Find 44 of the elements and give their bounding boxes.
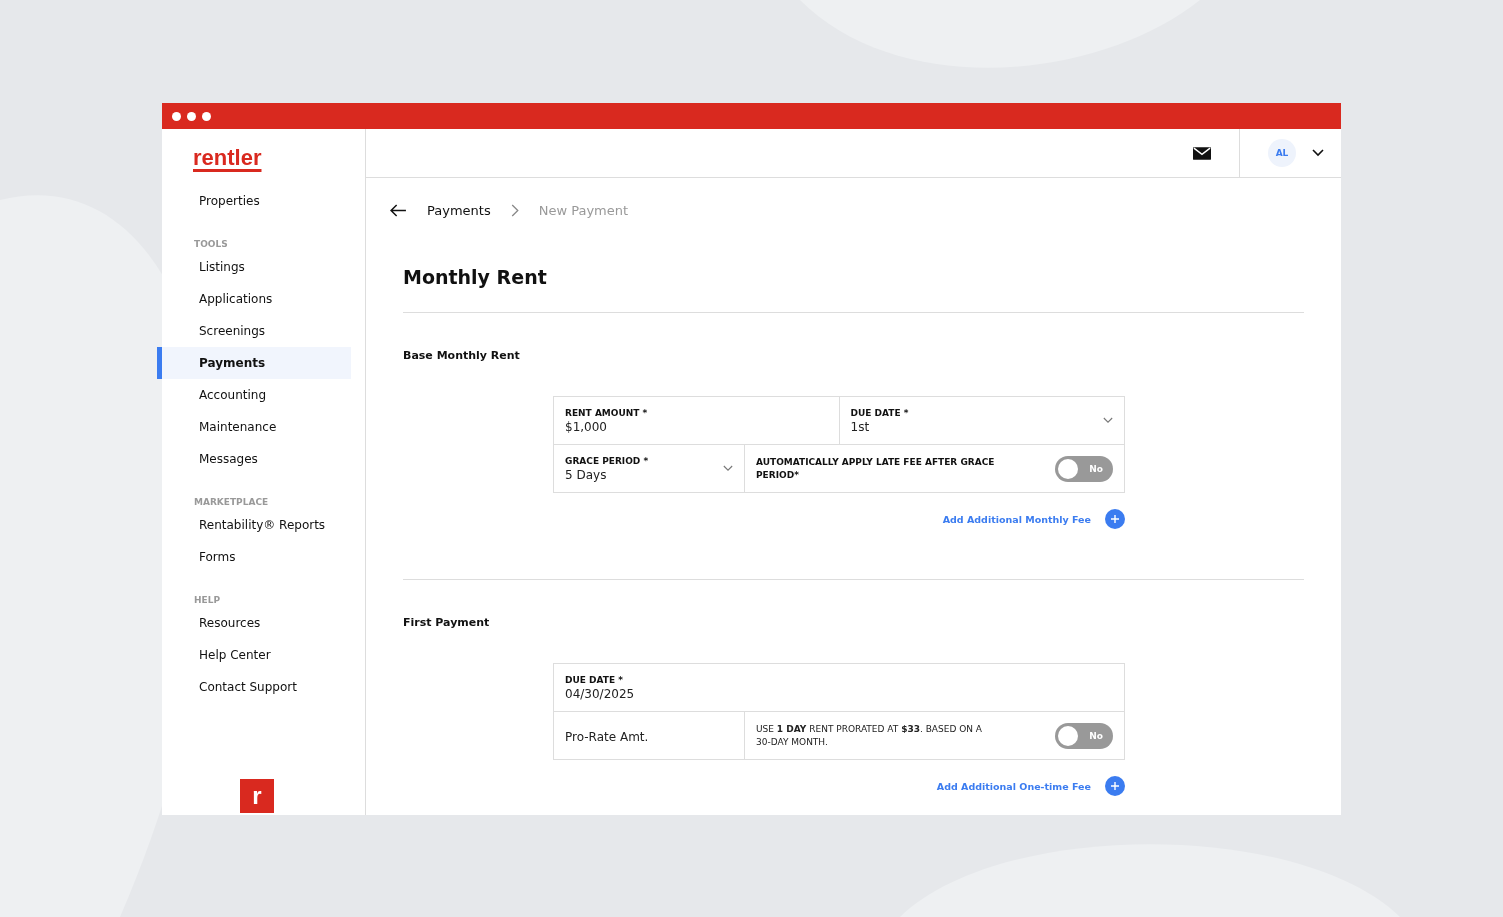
add-fee-link[interactable]: Add Additional One-time Fee bbox=[936, 780, 1091, 792]
prorate-note: USE 1 DAY RENT PRORATED AT $33. BASED ON A 30-DAY MONTH. bbox=[756, 722, 984, 749]
section-heading: First Payment bbox=[403, 616, 491, 629]
section-heading: Base Monthly Rent bbox=[403, 349, 521, 362]
chevron-down-icon[interactable] bbox=[1312, 149, 1324, 157]
breadcrumb-link[interactable]: Payments bbox=[427, 202, 491, 218]
window-dot-icon[interactable] bbox=[202, 111, 211, 121]
chevron-right-icon bbox=[510, 203, 519, 217]
nav-heading: TOOLS bbox=[193, 239, 229, 249]
sidebar-item[interactable]: Accounting bbox=[157, 379, 351, 411]
back-arrow-icon[interactable] bbox=[390, 203, 407, 217]
add-fee-link[interactable]: Add Additional Monthly Fee bbox=[942, 513, 1091, 525]
mail-icon[interactable] bbox=[1193, 146, 1211, 160]
logo-badge[interactable]: r bbox=[240, 779, 274, 813]
sidebar-item[interactable]: Forms bbox=[157, 541, 351, 573]
window-dot-icon[interactable] bbox=[172, 111, 181, 121]
page-title: Monthly Rent bbox=[403, 266, 548, 288]
dropdown-field[interactable]: GRACE PERIOD * 5 Days bbox=[554, 445, 744, 492]
add-icon[interactable] bbox=[1105, 776, 1125, 796]
sidebar-item[interactable]: Listings bbox=[157, 251, 351, 283]
nav-heading: MARKETPLACE bbox=[193, 497, 270, 507]
sidebar-item[interactable]: Payments bbox=[157, 347, 351, 379]
sidebar-item[interactable]: Contact Support bbox=[157, 671, 351, 703]
text-field[interactable]: RENT AMOUNT * $1,000 bbox=[554, 397, 839, 444]
avatar[interactable]: AL bbox=[1268, 139, 1296, 167]
window-dot-icon[interactable] bbox=[187, 111, 196, 121]
sidebar-item[interactable]: Resources bbox=[157, 607, 351, 639]
sidebar-item[interactable]: Help Center bbox=[157, 639, 351, 671]
breadcrumb-current: New Payment bbox=[538, 202, 629, 218]
chevron-down-icon bbox=[723, 465, 733, 472]
sidebar-item[interactable]: Screenings bbox=[157, 315, 351, 347]
sidebar-item[interactable]: Maintenance bbox=[157, 411, 351, 443]
logo[interactable]: rentler bbox=[193, 145, 262, 171]
sidebar-item[interactable]: Rentability® Reports bbox=[157, 509, 351, 541]
field-label: Pro-Rate Amt. bbox=[565, 729, 650, 744]
dropdown-field[interactable]: DUE DATE * 1st bbox=[838, 397, 1124, 444]
toggle-label: AUTOMATICALLY APPLY LATE FEE AFTER GRACE PERIOD* bbox=[756, 455, 996, 482]
sidebar-item[interactable]: Messages bbox=[157, 443, 351, 475]
sidebar-item[interactable]: Properties bbox=[157, 185, 351, 217]
add-icon[interactable] bbox=[1105, 509, 1125, 529]
chevron-down-icon bbox=[1103, 417, 1113, 424]
nav-heading: HELP bbox=[193, 595, 221, 605]
text-field[interactable]: DUE DATE * 04/30/2025 bbox=[554, 664, 1124, 711]
sidebar-item[interactable]: Applications bbox=[157, 283, 351, 315]
